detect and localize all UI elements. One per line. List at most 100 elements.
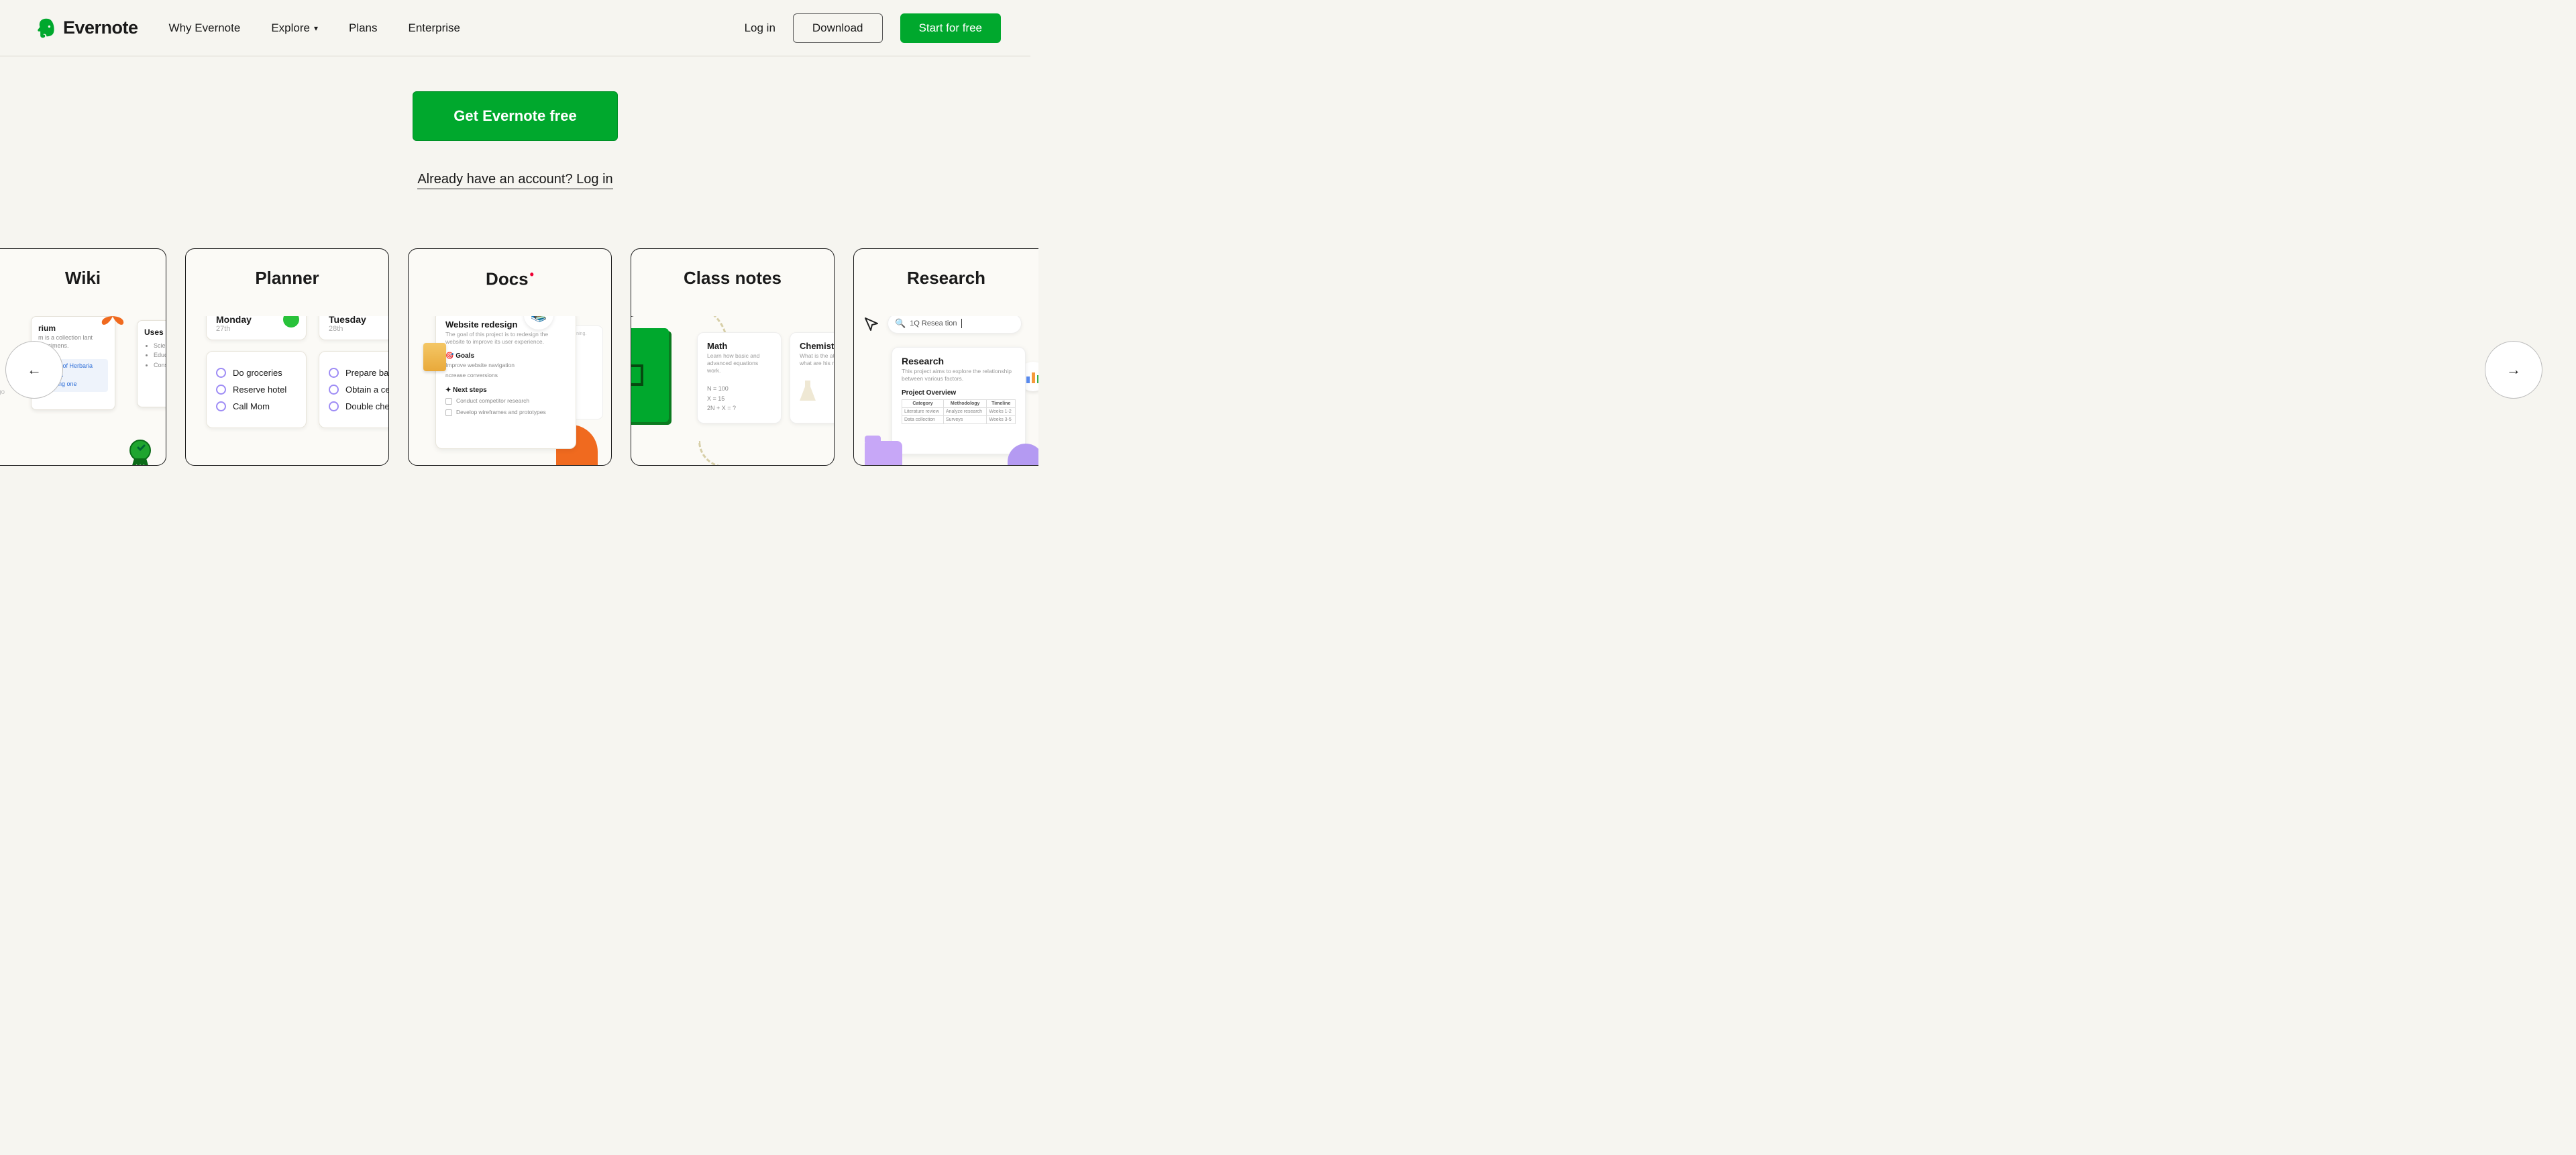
search-text: 1Q Resea tion [910,319,957,328]
table-row: Data collection Surveys Weeks 3-5 [902,416,1016,424]
table-row: Literature review Analyze research Weeks… [902,408,1016,416]
card-title: Wiki [0,249,166,289]
subject-title: Math [707,341,771,351]
search-icon: 🔍 [895,318,906,329]
eq-line: N = 100 [707,384,771,393]
planner-day-tuesday: Tuesday 28th [319,316,388,340]
brand-name: Evernote [63,17,138,38]
template-card-planner[interactable]: Planner Monday 27th Tuesday 28th Do groc… [185,248,389,466]
folder-icon [865,441,902,465]
checkbox-icon [445,409,452,416]
start-free-button[interactable]: Start for free [900,13,1001,43]
login-link[interactable]: Log in [745,21,775,35]
card-preview: Math Learn how basic and advanced equati… [631,316,834,465]
planner-todos-monday: Do groceries Reserve hotel Call Mom [206,351,307,428]
todo-label: Do groceries [233,368,282,378]
todo-label: Obtain a ce [345,385,388,395]
planner-day-name: Tuesday [329,316,388,325]
green-badge-icon [283,316,299,328]
wiki-note1-title: rium [38,323,108,333]
research-note-desc: This project aims to explore the relatio… [902,368,1016,383]
docs-note-desc: The goal of this project is to redesign … [445,331,566,346]
notebook-icon [631,328,669,422]
table-cell: Data collection [902,416,944,424]
template-card-class-notes[interactable]: Class notes Math Learn how basic and adv… [631,248,835,466]
carousel-prev-button[interactable]: ← [5,341,63,399]
research-note-title: Research [902,356,1016,366]
subject-title: Chemistry [800,341,834,351]
research-search-bar: 🔍 1Q Resea tion [888,316,1022,334]
research-table: Category Methodology Timeline Literature… [902,399,1016,424]
award-ribbon-icon [125,438,156,465]
download-button[interactable]: Download [793,13,883,43]
research-preview-note: Research This project aims to explore th… [892,347,1026,454]
nav-explore-label: Explore [271,21,310,35]
table-header: Category [902,400,944,408]
arrow-left-icon: ← [27,361,42,379]
cursor-icon [863,316,881,334]
docs-goal-line: ncrease conversions [445,372,566,380]
docs-preview-note: Website redesign The goal of this projec… [435,316,576,449]
table-header: Timeline [987,400,1016,408]
planner-day-monday: Monday 27th [206,316,307,340]
already-account-login-link[interactable]: Already have an account? Log in [417,172,612,189]
nav-why-evernote[interactable]: Why Evernote [169,21,241,35]
card-title: Planner [186,249,388,289]
docs-next-item: Conduct competitor research [445,397,566,405]
template-card-research[interactable]: Research 🔍 1Q Resea tion Research This p… [853,248,1038,466]
dashed-arc-decoration [698,441,779,465]
table-cell: Analyze research [943,408,986,416]
nav-plans[interactable]: Plans [349,21,378,35]
radio-icon [329,368,339,378]
card-title-text: Docs [486,269,529,289]
docs-goal-line: Improve website navigation [445,362,566,370]
class-card-math: Math Learn how basic and advanced equati… [697,332,782,423]
todo-item: Obtain a ce [329,385,388,395]
card-preview: Monday 27th Tuesday 28th Do groceries Re… [186,316,388,465]
todo-label: Reserve hotel [233,385,286,395]
sticky-note-icon [423,343,446,371]
flask-icon [800,381,816,401]
arrow-right-icon: → [2506,361,2521,379]
radio-icon [216,401,226,411]
docs-next-text: Conduct competitor research [456,397,529,405]
brand-logo[interactable]: Evernote [35,17,138,40]
radio-icon [329,385,339,395]
todo-label: Call Mom [233,401,270,411]
docs-next-header: ✦ Next steps [445,387,566,394]
table-cell: Weeks 3-5 [987,416,1016,424]
todo-label: Prepare bac [345,368,388,378]
table-cell: Literature review [902,408,944,416]
checkbox-icon [445,398,452,405]
subject-desc: Learn how basic and advanced equations w… [707,352,771,374]
card-title: Docs• [409,249,611,290]
nav-enterprise[interactable]: Enterprise [409,21,460,35]
nav-explore[interactable]: Explore ▾ [271,21,318,35]
todo-item: Prepare bac [329,368,388,378]
template-carousel[interactable]: Wiki go rium m is a collection lant spec… [0,248,1030,466]
eq-line: 2N + X = ? [707,403,771,413]
site-header: Evernote Why Evernote Explore ▾ Plans En… [0,0,1030,56]
chevron-down-icon: ▾ [314,23,318,33]
todo-item: Reserve hotel [216,385,297,395]
planner-todos-tuesday: Prepare bac Obtain a ce Double che [319,351,388,428]
radio-icon [329,401,339,411]
wiki-note2-item: Educa [154,350,166,360]
text-cursor-icon [961,319,962,328]
radio-icon [216,385,226,395]
header-actions: Log in Download Start for free [745,13,1001,43]
wiki-stamp-text: go [0,389,5,396]
math-equations: N = 100 X = 15 2N + X = ? [707,384,771,413]
planner-day-date: 27th [216,325,297,333]
get-evernote-free-button[interactable]: Get Evernote free [413,91,617,141]
butterfly-icon [101,316,125,327]
carousel-next-button[interactable]: → [2485,341,2542,399]
wiki-note2-item: Conse [154,360,166,370]
card-preview: in the morning. Website redesign The goa… [409,316,611,465]
live-dot-icon: • [530,268,534,281]
subject-desc: What is the atom what are his main [800,352,834,367]
planner-day-date: 28th [329,325,388,333]
template-card-docs[interactable]: Docs• in the morning. Website redesign T… [408,248,612,466]
docs-goals-header: 🎯 Goals [445,352,566,360]
main-content: Get Evernote free Already have an accoun… [0,56,1030,189]
